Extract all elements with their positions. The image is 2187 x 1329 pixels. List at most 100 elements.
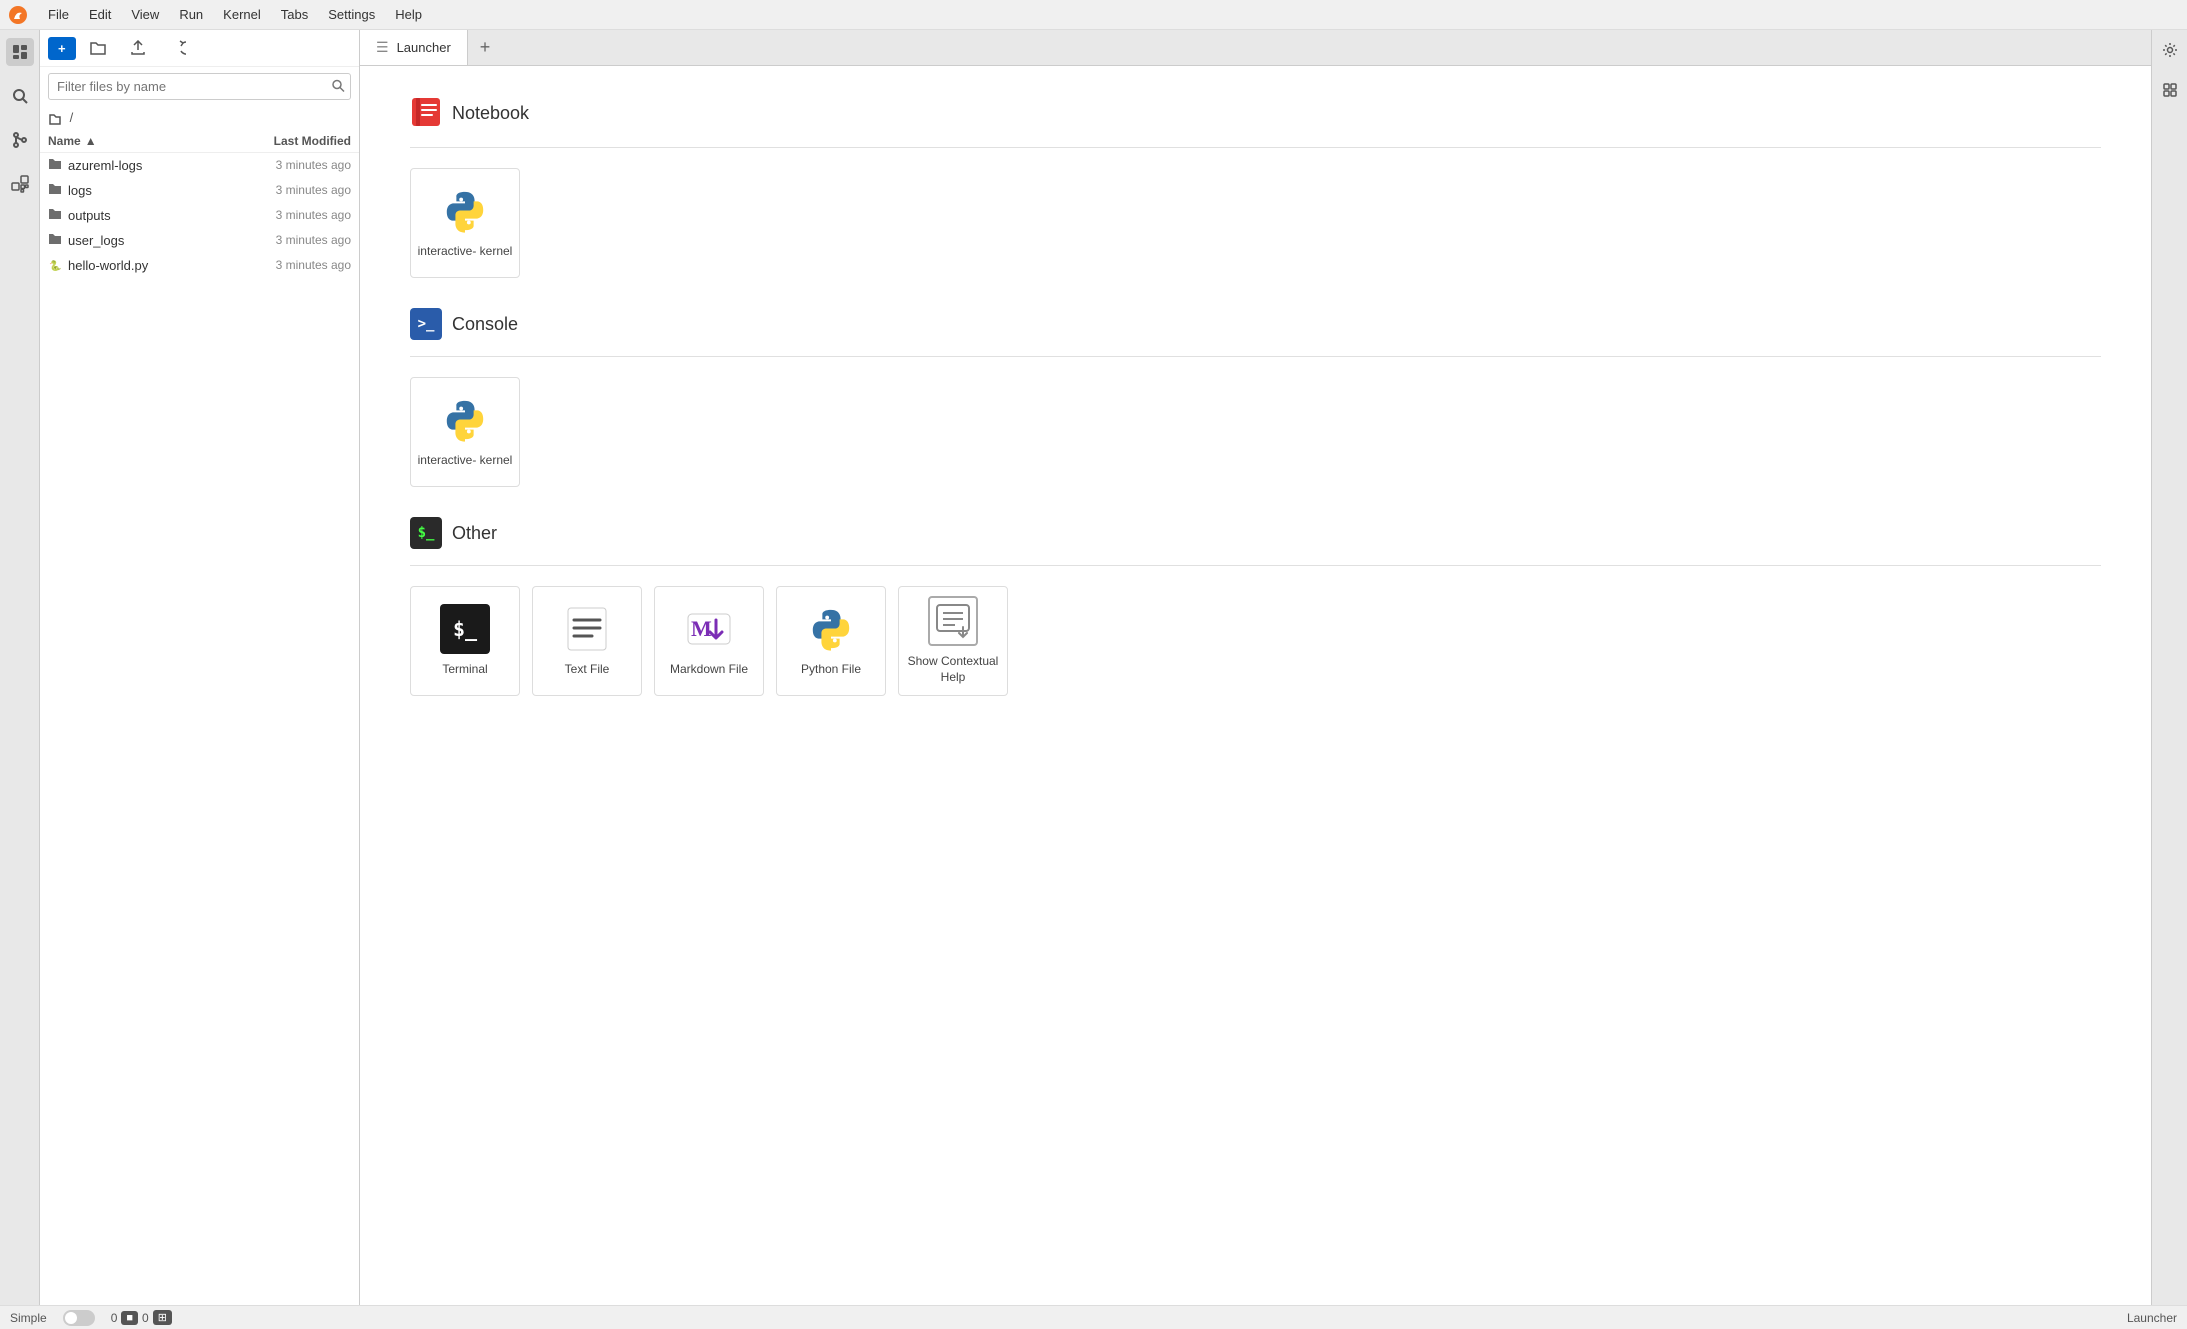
file-browser-sidebar: +	[40, 30, 360, 1329]
svg-text:M: M	[691, 616, 712, 641]
notebook-divider	[410, 147, 2101, 148]
notebook-python-card[interactable]: interactive- kernel	[410, 168, 520, 278]
other-section-header: $_ Other	[410, 517, 2101, 549]
activity-git-icon[interactable]	[6, 126, 34, 154]
contextual-help-card[interactable]: Show Contextual Help	[898, 586, 1008, 696]
contextual-help-icon	[928, 596, 978, 646]
console-section-title: Console	[452, 314, 518, 335]
menu-settings[interactable]: Settings	[320, 4, 383, 25]
file-modified: 3 minutes ago	[231, 158, 351, 172]
python-notebook-icon	[440, 186, 490, 236]
console-kernel-label: interactive- kernel	[418, 453, 513, 469]
console-section-header: >_ Console	[410, 308, 2101, 340]
list-item[interactable]: outputs 3 minutes ago	[40, 203, 359, 228]
console-divider	[410, 356, 2101, 357]
search-submit-button[interactable]	[331, 78, 345, 95]
menu-bar: File Edit View Run Kernel Tabs Settings …	[0, 0, 2187, 30]
search-input[interactable]	[48, 73, 351, 100]
file-name: user_logs	[68, 233, 231, 248]
other-cards: $_ Terminal Text File	[410, 586, 2101, 696]
folder-icon	[48, 232, 62, 249]
app-layout: +	[0, 30, 2187, 1329]
text-file-label: Text File	[565, 662, 610, 678]
activity-extensions-icon[interactable]	[6, 170, 34, 198]
contextual-help-label: Show Contextual Help	[899, 654, 1007, 685]
markdown-file-icon: M	[684, 604, 734, 654]
sort-name-column[interactable]: Name ▲	[48, 134, 231, 148]
menu-kernel[interactable]: Kernel	[215, 4, 269, 25]
status-right: Launcher	[2127, 1311, 2177, 1325]
tab-launcher[interactable]: ☰ Launcher	[360, 30, 468, 65]
file-search-box	[48, 73, 351, 100]
markdown-file-label: Markdown File	[670, 662, 748, 678]
list-item[interactable]: logs 3 minutes ago	[40, 178, 359, 203]
other-section-title: Other	[452, 523, 497, 544]
terminal-label: Terminal	[442, 662, 487, 678]
launcher-panel: Notebook interactive-	[360, 66, 2151, 1329]
notebook-kernel-label: interactive- kernel	[418, 244, 513, 260]
menu-run[interactable]: Run	[171, 4, 211, 25]
terminal-card[interactable]: $_ Terminal	[410, 586, 520, 696]
app-logo	[8, 5, 28, 25]
notebook-section-icon	[410, 96, 442, 131]
file-modified: 3 minutes ago	[231, 258, 351, 272]
status-bar: Simple 0 ■ 0 ⊞ Launcher	[0, 1305, 2187, 1329]
console-cards: interactive- kernel	[410, 377, 2101, 487]
sort-modified-column[interactable]: Last Modified	[231, 134, 351, 148]
toggle-knob	[65, 1312, 77, 1324]
tab-bar: ☰ Launcher +	[360, 30, 2151, 66]
menu-file[interactable]: File	[40, 4, 77, 25]
file-list: azureml-logs 3 minutes ago logs 3 minute…	[40, 153, 359, 1329]
activity-bar	[0, 30, 40, 1329]
python-file-icon	[806, 604, 856, 654]
add-tab-button[interactable]: +	[468, 30, 503, 65]
python-file-icon: 🐍	[48, 257, 62, 274]
list-item[interactable]: azureml-logs 3 minutes ago	[40, 153, 359, 178]
refresh-button[interactable]	[160, 36, 196, 60]
status-mode-label: Simple	[10, 1311, 47, 1325]
python-console-icon	[440, 395, 490, 445]
notebook-cards: interactive- kernel	[410, 168, 2101, 278]
launcher-tab-icon: ☰	[376, 39, 389, 56]
menu-tabs[interactable]: Tabs	[273, 4, 316, 25]
activity-files-icon[interactable]	[6, 38, 34, 66]
file-modified: 3 minutes ago	[231, 183, 351, 197]
simple-mode-toggle[interactable]	[63, 1310, 95, 1326]
notebook-section-header: Notebook	[410, 96, 2101, 131]
tab-label: Launcher	[397, 40, 451, 55]
main-content: ☰ Launcher + Notebook	[360, 30, 2151, 1329]
svg-text:🐍: 🐍	[49, 259, 61, 271]
file-modified: 3 minutes ago	[231, 233, 351, 247]
markdown-file-card[interactable]: M Markdown File	[654, 586, 764, 696]
list-item[interactable]: user_logs 3 minutes ago	[40, 228, 359, 253]
other-divider	[410, 565, 2101, 566]
folder-icon	[48, 207, 62, 224]
file-name: azureml-logs	[68, 158, 231, 173]
python-file-label: Python File	[801, 662, 861, 678]
terminal-icon: $_	[440, 604, 490, 654]
file-list-header: Name ▲ Last Modified	[40, 130, 359, 153]
console-python-card[interactable]: interactive- kernel	[410, 377, 520, 487]
console-section-icon: >_	[410, 308, 442, 340]
menu-edit[interactable]: Edit	[81, 4, 119, 25]
upload-button[interactable]	[120, 36, 156, 60]
sidebar-toolbar: +	[40, 30, 359, 67]
terminal-badge-icon: ⊞	[153, 1310, 172, 1325]
text-file-card[interactable]: Text File	[532, 586, 642, 696]
new-launcher-button[interactable]: +	[48, 37, 76, 60]
python-file-card[interactable]: Python File	[776, 586, 886, 696]
menu-view[interactable]: View	[123, 4, 167, 25]
text-file-icon	[562, 604, 612, 654]
file-modified: 3 minutes ago	[231, 208, 351, 222]
file-name: logs	[68, 183, 231, 198]
activity-search-icon[interactable]	[6, 82, 34, 110]
list-item[interactable]: 🐍 hello-world.py 3 minutes ago	[40, 253, 359, 278]
open-folder-button[interactable]	[80, 36, 116, 60]
file-name: hello-world.py	[68, 258, 231, 273]
folder-icon	[48, 157, 62, 174]
kernel-badge-icon: ■	[121, 1311, 138, 1325]
right-settings-icon[interactable]	[2158, 38, 2182, 62]
right-tools-icon[interactable]	[2158, 78, 2182, 102]
menu-help[interactable]: Help	[387, 4, 430, 25]
kernel-count-badge: 0 ■ 0 ⊞	[111, 1310, 172, 1325]
